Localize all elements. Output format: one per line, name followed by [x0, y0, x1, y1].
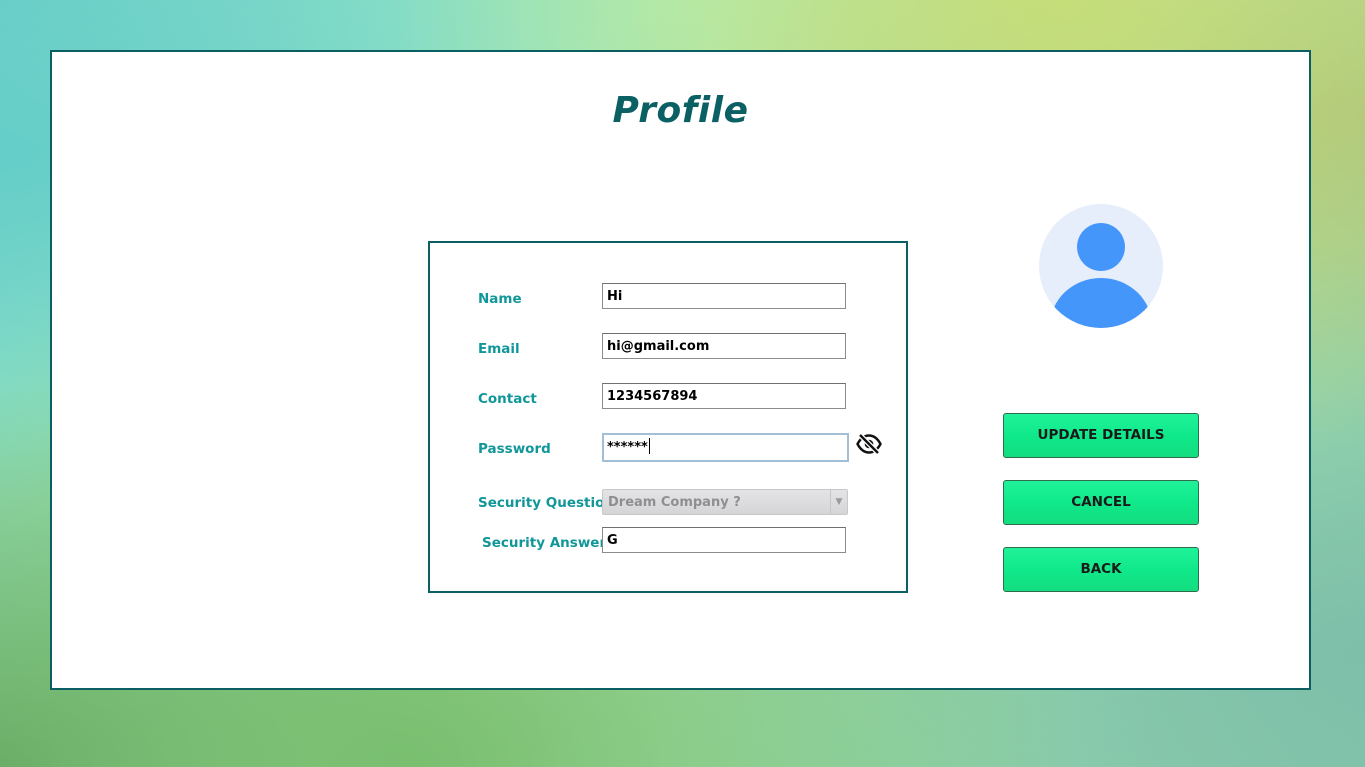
security-question-select[interactable]: Dream Company ? ▼: [602, 489, 848, 515]
back-button[interactable]: BACK: [1003, 547, 1199, 592]
name-field[interactable]: Hi: [602, 283, 846, 309]
profile-panel: Profile Name Hi Email hi@gmail.com Conta…: [50, 50, 1311, 690]
password-label: Password: [478, 441, 551, 457]
contact-field[interactable]: 1234567894: [602, 383, 846, 409]
contact-label: Contact: [478, 391, 537, 407]
security-question-label: Security Question: [478, 495, 614, 511]
security-question-value: Dream Company ?: [608, 495, 741, 510]
chevron-down-icon[interactable]: ▼: [830, 490, 847, 514]
cancel-button[interactable]: CANCEL: [1003, 480, 1199, 525]
security-answer-field[interactable]: G: [602, 527, 846, 553]
email-field-value: hi@gmail.com: [607, 339, 710, 354]
contact-field-value: 1234567894: [607, 389, 698, 404]
password-field[interactable]: ******: [602, 433, 849, 462]
email-field[interactable]: hi@gmail.com: [602, 333, 846, 359]
name-field-value: Hi: [607, 289, 623, 304]
page-title: Profile: [612, 90, 749, 131]
name-label: Name: [478, 291, 522, 307]
email-label: Email: [478, 341, 520, 357]
text-caret: [648, 438, 650, 454]
security-answer-value: G: [607, 533, 618, 548]
security-answer-label: Security Answer: [482, 535, 607, 551]
eye-off-icon[interactable]: [856, 433, 882, 455]
update-details-button[interactable]: UPDATE DETAILS: [1003, 413, 1199, 458]
profile-form: Name Hi Email hi@gmail.com Contact 12345…: [428, 241, 908, 593]
avatar-icon: [1039, 204, 1163, 328]
password-field-value: ******: [607, 440, 648, 455]
